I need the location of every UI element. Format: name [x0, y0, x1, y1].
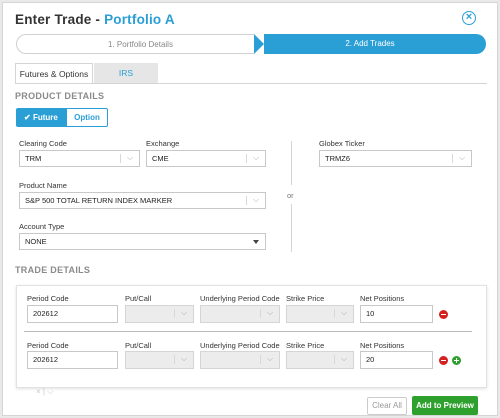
or-divider-top	[291, 141, 292, 185]
underlying-period-code-select[interactable]: ⌵	[200, 351, 280, 369]
exchange-value: CME	[152, 154, 169, 163]
net-positions-input[interactable]: 10	[360, 305, 433, 323]
product-name-value: S&P 500 TOTAL RETURN INDEX MARKER	[25, 196, 173, 205]
future-label: Future	[32, 113, 58, 122]
put-call-select[interactable]: ⌵	[125, 351, 194, 369]
tab-futures-options[interactable]: Futures & Options	[15, 63, 93, 84]
period-code-label: Period Code	[27, 294, 69, 303]
step-portfolio-details[interactable]: 1. Portfolio Details	[16, 34, 264, 54]
select-separator	[260, 355, 261, 364]
checkmark-icon: ✔	[24, 113, 31, 122]
tab-divider	[15, 83, 487, 84]
option-toggle-button[interactable]: Option	[66, 108, 108, 127]
chevron-down-icon: ⌵	[126, 153, 134, 162]
wizard-steps: 1. Portfolio Details 2. Add Trades	[16, 34, 486, 54]
period-code-input[interactable]: 202612	[27, 351, 118, 369]
enter-trade-modal: Enter Trade - Portfolio A × 1. Portfolio…	[2, 2, 498, 416]
product-name-label: Product Name	[19, 181, 67, 190]
chevron-down-icon: ⌵	[180, 354, 188, 363]
net-positions-label: Net Positions	[360, 341, 405, 350]
account-type-value: NONE	[25, 237, 47, 246]
remove-row-icon[interactable]	[439, 356, 448, 365]
globex-ticker-select[interactable]: TRMZ6 ⌵	[319, 150, 472, 167]
chevron-down-icon: ⌵	[180, 308, 188, 317]
clearing-code-value: TRM	[25, 154, 42, 163]
put-call-label: Put/Call	[125, 294, 152, 303]
net-positions-label: Net Positions	[360, 294, 405, 303]
chevron-down-icon: ⌵	[340, 354, 348, 363]
select-separator	[174, 309, 175, 318]
account-type-label: Account Type	[19, 222, 65, 231]
strike-price-select[interactable]: ⌵	[286, 351, 354, 369]
trade-details-heading: TRADE DETAILS	[15, 265, 91, 275]
or-divider-bottom	[291, 204, 292, 252]
add-row-icon[interactable]	[452, 356, 461, 365]
chevron-down-icon: ⌵	[458, 153, 466, 162]
add-to-preview-button[interactable]: Add to Preview	[412, 396, 478, 415]
portfolio-name: Portfolio A	[104, 12, 175, 27]
future-toggle-button[interactable]: ✔ Future	[16, 108, 66, 127]
step-arrow	[254, 34, 264, 54]
clear-all-button[interactable]: Clear All	[367, 397, 407, 415]
select-separator	[334, 355, 335, 364]
strike-price-label: Strike Price	[286, 341, 325, 350]
put-call-label: Put/Call	[125, 341, 152, 350]
select-separator	[452, 154, 453, 163]
remove-row-icon[interactable]	[439, 310, 448, 319]
put-call-select[interactable]: ⌵	[125, 305, 194, 323]
close-icon[interactable]: ×	[462, 11, 476, 25]
step-add-trades[interactable]: 2. Add Trades	[254, 34, 486, 54]
modal-title-prefix: Enter Trade -	[15, 12, 105, 27]
select-separator	[246, 154, 247, 163]
tab-irs[interactable]: IRS	[94, 63, 158, 84]
select-separator	[120, 154, 121, 163]
product-name-select[interactable]: S&P 500 TOTAL RETURN INDEX MARKER ⌵	[19, 192, 266, 209]
exchange-select[interactable]: CME ⌵	[146, 150, 266, 167]
chevron-down-icon: ⌵	[340, 308, 348, 317]
chevron-down-icon: ⌵	[252, 153, 260, 162]
select-separator	[246, 196, 247, 205]
or-label: or	[287, 191, 294, 200]
row-divider	[24, 331, 472, 332]
period-code-input[interactable]: 202612	[27, 305, 118, 323]
strike-price-label: Strike Price	[286, 294, 325, 303]
underlying-period-code-label: Underlying Period Code	[200, 341, 280, 350]
faded-clear-icon: × | ⌵	[36, 387, 54, 396]
chevron-down-icon: ⌵	[252, 195, 260, 204]
clearing-code-label: Clearing Code	[19, 139, 67, 148]
globex-ticker-value: TRMZ6	[325, 154, 350, 163]
modal-title: Enter Trade - Portfolio A	[15, 12, 175, 27]
globex-ticker-label: Globex Ticker	[319, 139, 365, 148]
product-details-heading: PRODUCT DETAILS	[15, 91, 105, 101]
underlying-period-code-label: Underlying Period Code	[200, 294, 280, 303]
strike-price-select[interactable]: ⌵	[286, 305, 354, 323]
chevron-down-icon: ⌵	[266, 354, 274, 363]
select-separator	[334, 309, 335, 318]
account-type-select[interactable]: NONE	[19, 233, 266, 250]
caret-down-icon	[253, 240, 259, 244]
chevron-down-icon: ⌵	[266, 308, 274, 317]
clearing-code-select[interactable]: TRM ⌵	[19, 150, 140, 167]
period-code-label: Period Code	[27, 341, 69, 350]
select-separator	[260, 309, 261, 318]
underlying-period-code-select[interactable]: ⌵	[200, 305, 280, 323]
exchange-label: Exchange	[146, 139, 180, 148]
net-positions-input[interactable]: 20	[360, 351, 433, 369]
select-separator	[174, 355, 175, 364]
